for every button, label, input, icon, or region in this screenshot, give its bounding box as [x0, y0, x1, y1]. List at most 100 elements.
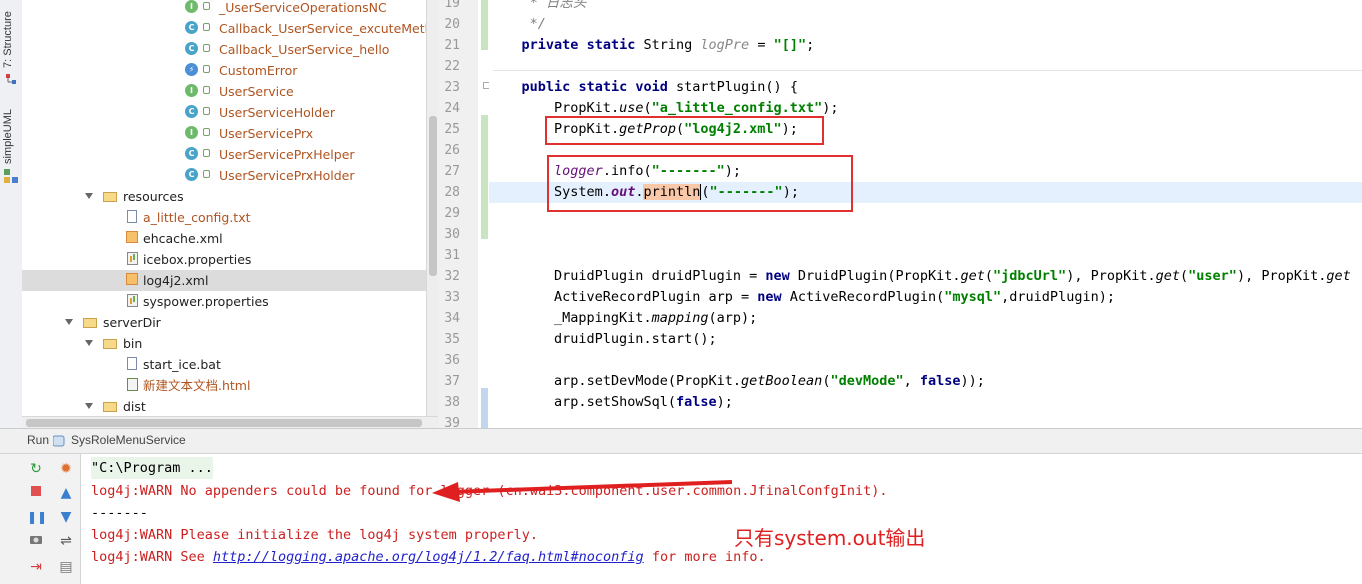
tree-item[interactable]: C Callback_UserService_hello — [22, 39, 426, 60]
code-line-32: DruidPlugin druidPlugin = new DruidPlugi… — [554, 268, 1351, 284]
line-number: 19 — [444, 0, 460, 11]
tree-item[interactable]: C UserServicePrxHolder — [22, 165, 426, 186]
code-line-33: ActiveRecordPlugin arp = new ActiveRecor… — [554, 289, 1115, 305]
stop-icon[interactable] — [27, 484, 45, 502]
change-marker[interactable] — [481, 388, 488, 428]
tree-item[interactable]: I _UserServiceOperationsNC — [22, 0, 426, 18]
code-editor[interactable]: * 日志头 */ private static String logPre = … — [489, 0, 1362, 428]
expand-arrow-icon[interactable] — [65, 319, 73, 325]
folder-icon — [103, 192, 117, 202]
scroll-thumb[interactable] — [26, 419, 422, 427]
html-file-icon — [127, 378, 138, 391]
tree-item[interactable]: ehcache.xml — [22, 228, 426, 249]
rerun-icon[interactable]: ↻ — [27, 460, 45, 478]
debug-icon[interactable]: ✹ — [57, 460, 75, 478]
line-number: 21 — [444, 38, 460, 53]
uml-icon — [4, 168, 18, 183]
annotation-box — [547, 155, 853, 212]
simpleuml-tab[interactable]: simpleUML — [2, 96, 20, 164]
console-warn-line: log4j:WARN See http://logging.apache.org… — [91, 549, 766, 565]
line-number: 27 — [444, 164, 460, 179]
folder-icon — [83, 318, 97, 328]
expand-arrow-icon[interactable] — [85, 403, 93, 409]
tree-item[interactable]: ⚡ CustomError — [22, 60, 426, 81]
pause-icon[interactable]: ❚❚ — [27, 508, 47, 526]
soft-wrap-icon[interactable]: ⇌ — [57, 532, 75, 550]
tree-item[interactable]: C Callback_UserService_excuteMethod — [22, 18, 426, 39]
lock-icon — [203, 128, 210, 136]
run-config-icon — [52, 435, 65, 447]
structure-icon — [5, 70, 17, 84]
lock-icon — [203, 170, 210, 178]
code-line-38: arp.setShowSql(false); — [554, 394, 733, 410]
tree-item[interactable]: bin — [22, 333, 426, 354]
method-separator — [493, 70, 1362, 71]
lock-icon — [203, 107, 210, 115]
tree-item[interactable]: start_ice.bat — [22, 354, 426, 375]
change-marker[interactable] — [481, 0, 488, 50]
line-number: 32 — [444, 269, 460, 284]
tree-item[interactable]: C UserServicePrxHelper — [22, 144, 426, 165]
line-number: 38 — [444, 395, 460, 410]
left-tool-strip: 7: Structure simpleUML — [0, 0, 23, 428]
tree-item[interactable]: syspower.properties — [22, 291, 426, 312]
change-marker[interactable] — [481, 115, 488, 239]
annotation-box — [545, 116, 824, 145]
text-file-icon — [127, 357, 137, 370]
console-output[interactable]: "C:\Program ... log4j:WARN No appenders … — [81, 454, 1362, 584]
interface-icon: I — [185, 84, 198, 97]
code-line-35: druidPlugin.start(); — [554, 331, 717, 347]
class-icon: C — [185, 21, 198, 34]
lock-icon — [203, 2, 210, 10]
expand-arrow-icon[interactable] — [85, 193, 93, 199]
pin-icon[interactable]: ▤ — [57, 558, 75, 576]
line-number: 23 — [444, 80, 460, 95]
lock-icon — [203, 23, 210, 31]
code-line-34: _MappingKit.mapping(arp); — [554, 310, 758, 326]
line-number: 36 — [444, 353, 460, 368]
faq-link[interactable]: http://logging.apache.org/log4j/1.2/faq.… — [213, 549, 644, 565]
expand-arrow-icon[interactable] — [85, 340, 93, 346]
project-tree: I _UserServiceOperationsNC C Callback_Us… — [22, 0, 426, 416]
exit-icon[interactable]: ⇥ — [27, 558, 45, 576]
console-warn-line: log4j:WARN Please initialize the log4j s… — [91, 527, 539, 543]
tree-item[interactable]: serverDir — [22, 312, 426, 333]
tree-item-selected[interactable]: log4j2.xml — [22, 270, 426, 291]
camera-icon[interactable] — [27, 532, 45, 550]
line-number: 24 — [444, 101, 460, 116]
tree-item[interactable]: 新建文本文档.html — [22, 375, 426, 396]
lock-icon — [203, 65, 210, 73]
annotation-note: 只有system.out输出 — [734, 526, 926, 550]
xml-file-icon — [126, 273, 138, 285]
console-command-line: "C:\Program ... — [91, 457, 213, 479]
tree-item[interactable]: C UserServiceHolder — [22, 102, 426, 123]
scroll-thumb[interactable] — [429, 116, 437, 276]
line-number: 30 — [444, 227, 460, 242]
xml-file-icon — [126, 231, 138, 243]
line-number: 26 — [444, 143, 460, 158]
line-number: 31 — [444, 248, 460, 263]
line-number: 33 — [444, 290, 460, 305]
structure-tab[interactable]: 7: Structure — [2, 2, 20, 68]
tree-item[interactable]: a_little_config.txt — [22, 207, 426, 228]
class-icon: C — [185, 105, 198, 118]
code-line-19: * 日志头 — [529, 0, 587, 11]
arrow-up-icon[interactable]: ▲ — [57, 484, 75, 502]
code-line-23: public static void startPlugin() { — [521, 79, 798, 95]
tree-item[interactable]: resources — [22, 186, 426, 207]
line-number: 22 — [444, 59, 460, 74]
run-label: Run — [27, 433, 50, 447]
code-line-37: arp.setDevMode(PropKit.getBoolean("devMo… — [554, 373, 985, 389]
folder-icon — [103, 339, 117, 349]
tree-item[interactable]: icebox.properties — [22, 249, 426, 270]
tree-item[interactable]: dist — [22, 396, 426, 416]
arrow-down-icon[interactable]: ▼ — [57, 508, 75, 526]
tree-item[interactable]: I UserService — [22, 81, 426, 102]
tree-item[interactable]: I UserServicePrx — [22, 123, 426, 144]
interface-icon: I — [185, 126, 198, 139]
line-number: 25 — [444, 122, 460, 137]
interface-icon: I — [185, 0, 198, 13]
class-icon: C — [185, 42, 198, 55]
properties-file-icon — [127, 252, 138, 265]
run-config-tab[interactable]: SysRoleMenuService — [71, 433, 186, 447]
